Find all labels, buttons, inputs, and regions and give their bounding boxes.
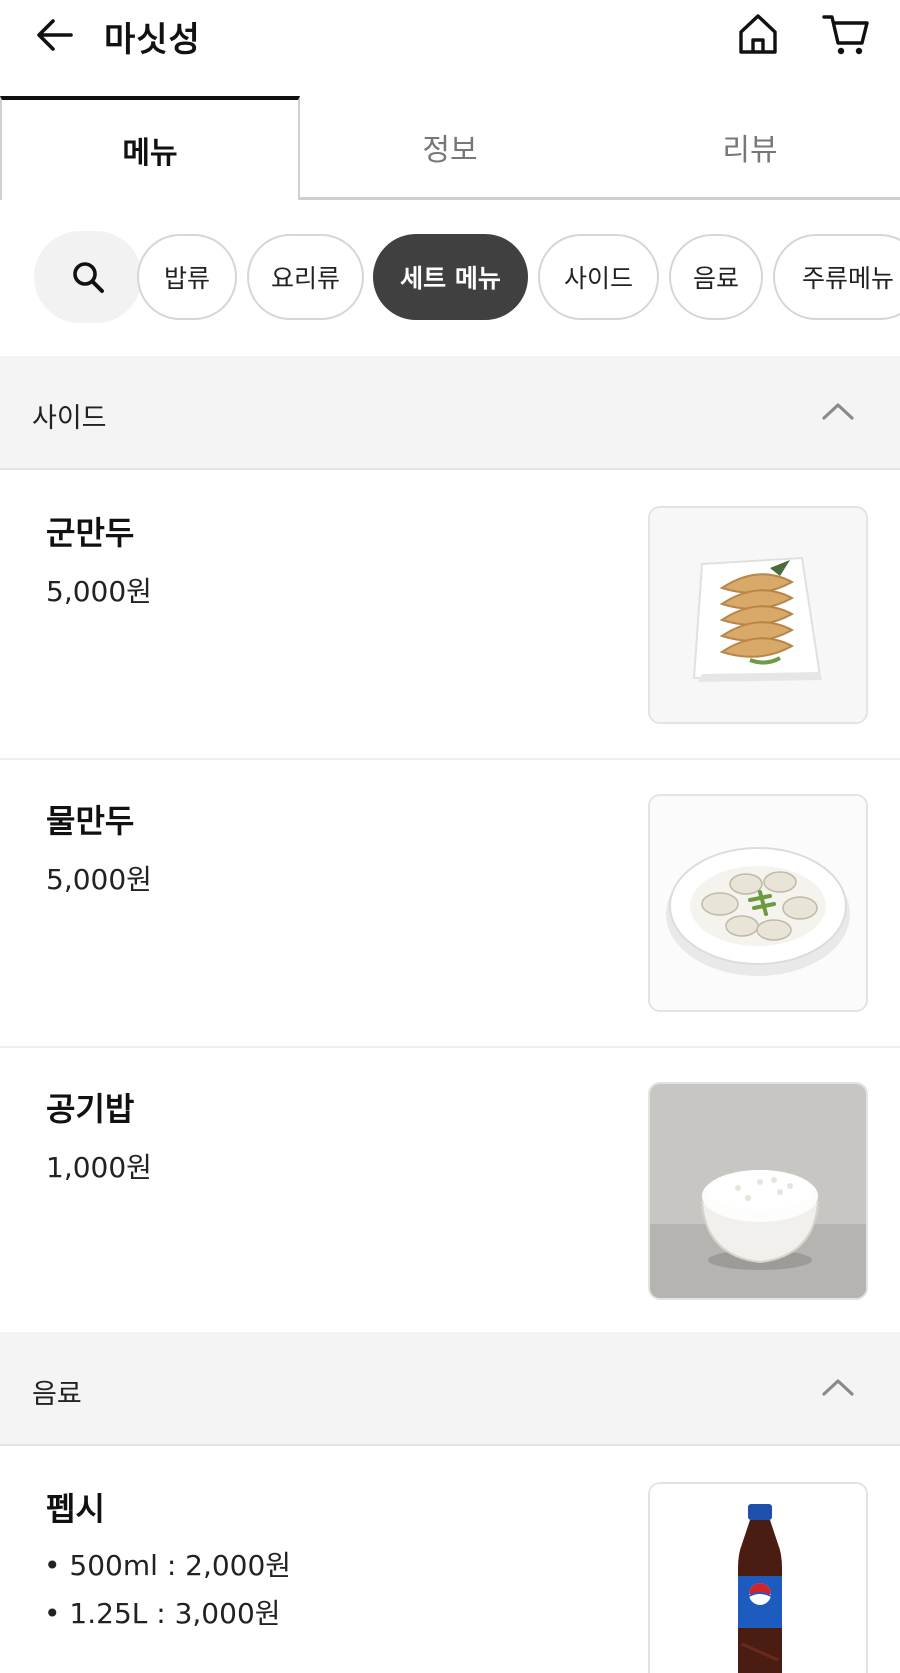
category-chip-set-menu[interactable]: 세트 메뉴: [373, 234, 528, 320]
menu-item-name: 물만두: [46, 802, 135, 840]
section-header-side[interactable]: 사이드: [0, 356, 900, 470]
category-chip-drinks[interactable]: 음료: [669, 234, 763, 320]
search-icon: [73, 262, 104, 293]
arrow-left-icon: [37, 19, 73, 51]
page-title: 마싯성: [104, 20, 201, 60]
cart-icon: [822, 15, 869, 55]
boiled-dumplings-image: [648, 794, 868, 1012]
menu-item-name: 군만두: [46, 514, 135, 552]
menu-item-rice[interactable]: 공기밥 1,000원: [0, 1048, 900, 1336]
category-chip-row: 밥류 요리류 세트 메뉴 사이드 음료 주류메뉴: [0, 200, 900, 356]
home-icon: [739, 14, 777, 54]
menu-item-boiled-dumplings[interactable]: 물만두 5,000원: [0, 760, 900, 1048]
back-button[interactable]: [30, 10, 80, 60]
cart-button[interactable]: [818, 8, 874, 60]
tab-bar: 메뉴 정보 리뷰: [0, 96, 900, 200]
menu-item-pepsi[interactable]: 펩시 • 500ml : 2,000원 • 1.25L : 3,000원: [0, 1448, 900, 1673]
category-chip-alcohol[interactable]: 주류메뉴: [773, 234, 900, 320]
category-chip-side[interactable]: 사이드: [538, 234, 659, 320]
menu-item-fried-dumplings[interactable]: 군만두 5,000원: [0, 472, 900, 760]
category-chip-dishes[interactable]: 요리류: [247, 234, 364, 320]
menu-item-price: 5,000원: [46, 863, 152, 896]
menu-item-name: 공기밥: [46, 1090, 135, 1128]
app-header: 마싯성: [0, 0, 900, 96]
menu-search-button[interactable]: [34, 231, 142, 323]
section-title: 사이드: [32, 403, 107, 434]
pepsi-bottle-image: [648, 1482, 868, 1673]
menu-item-price: 5,000원: [46, 575, 152, 608]
menu-item-price: 1,000원: [46, 1151, 152, 1184]
tab-info[interactable]: 정보: [300, 96, 600, 200]
menu-item-option-price: • 1.25L : 3,000원: [44, 1597, 281, 1630]
section-header-drinks[interactable]: 음료: [0, 1332, 900, 1446]
category-chip-rice[interactable]: 밥류: [137, 234, 237, 320]
section-title: 음료: [32, 1379, 82, 1410]
fried-dumplings-image: [648, 506, 868, 724]
rice-bowl-image: [648, 1082, 868, 1300]
menu-item-option-price: • 500ml : 2,000원: [44, 1549, 292, 1582]
tab-reviews[interactable]: 리뷰: [600, 96, 900, 200]
chevron-up-icon: [822, 1379, 854, 1396]
chevron-up-icon: [822, 403, 854, 420]
tab-menu[interactable]: 메뉴: [0, 96, 300, 200]
menu-item-name: 펩시: [46, 1490, 105, 1528]
home-button[interactable]: [732, 8, 784, 60]
